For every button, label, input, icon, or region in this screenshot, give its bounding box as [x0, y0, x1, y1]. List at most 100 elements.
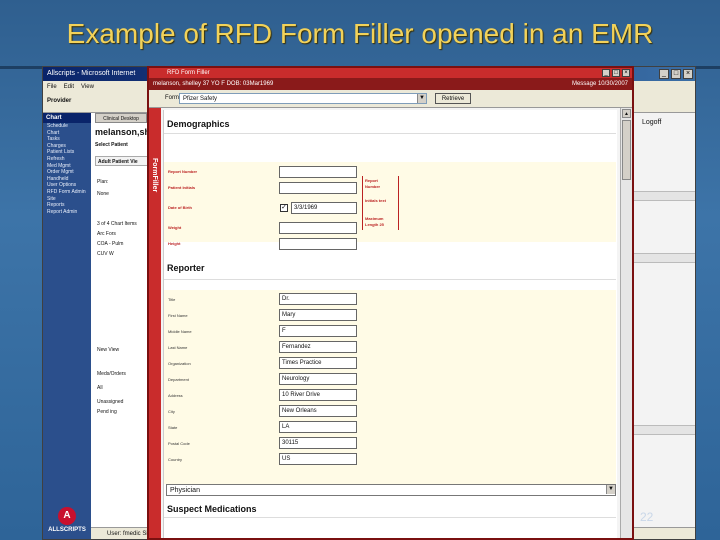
- list-item[interactable]: CUV W: [97, 251, 114, 257]
- form-filler-titlebar: RFD Form Filler _ □ ×: [149, 68, 632, 78]
- form-input[interactable]: Mary: [279, 309, 357, 321]
- form-input[interactable]: Neurology: [279, 373, 357, 385]
- sidebar-item[interactable]: Reports: [43, 202, 91, 209]
- form-input[interactable]: 3/3/1969: [291, 202, 357, 214]
- field-label: Title: [168, 297, 176, 302]
- logo-text: ALLSCRIPTS: [48, 527, 86, 533]
- list-item[interactable]: 3 of 4 Chart Items: [97, 221, 137, 227]
- sidebar-item[interactable]: RFD Form Admin: [43, 189, 91, 196]
- sidebar-item[interactable]: Handheld: [43, 176, 91, 183]
- close-icon[interactable]: ×: [683, 69, 693, 79]
- adult-view-select[interactable]: Adult Patient Vie: [95, 156, 149, 166]
- minimize-icon[interactable]: _: [602, 69, 610, 77]
- field-label: Last Name: [168, 345, 188, 350]
- message-indicator[interactable]: Message 10/30/2007: [572, 78, 628, 90]
- form-input[interactable]: 30115: [279, 437, 357, 449]
- list-item[interactable]: Pend ing: [97, 409, 117, 415]
- list-item[interactable]: Plan:: [97, 179, 108, 185]
- field-hint: Maximum: [365, 216, 384, 221]
- maximize-icon[interactable]: □: [671, 69, 681, 79]
- field-hint: Initials text: [365, 198, 386, 203]
- reporter-heading: Reporter: [164, 256, 616, 280]
- sidebar-item[interactable]: Refresh: [43, 156, 91, 163]
- list-item[interactable]: Unassigned: [97, 399, 123, 405]
- field-label: Weight: [168, 225, 182, 230]
- list-item[interactable]: New View: [97, 347, 119, 353]
- form-input[interactable]: [279, 166, 357, 178]
- hint-divider: [362, 176, 363, 230]
- reporter-section: Title Dr. First Name Mary Middle Name F Last N…: [164, 290, 616, 484]
- logoff-button[interactable]: Logoff: [642, 119, 661, 126]
- form-select[interactable]: Pfizer Safety ▼: [179, 93, 427, 104]
- list-item[interactable]: All: [97, 385, 103, 391]
- maximize-icon[interactable]: □: [612, 69, 620, 77]
- slide-title: Example of RFD Form Filler opened in an …: [66, 18, 654, 49]
- form-input[interactable]: LA: [279, 421, 357, 433]
- form-input[interactable]: [279, 222, 357, 234]
- scroll-thumb[interactable]: [622, 120, 631, 180]
- rfd-form: Demographics Report Number Patient Initia…: [163, 110, 617, 538]
- field-label: Height: [168, 241, 181, 246]
- retrieve-button[interactable]: Retrieve: [435, 93, 471, 104]
- sidebar-header: Chart: [43, 113, 91, 123]
- sidebar-item[interactable]: Patient Lists: [43, 149, 91, 156]
- chevron-down-icon[interactable]: ▼: [606, 485, 615, 494]
- form-scrollbar[interactable]: ▲: [620, 108, 632, 538]
- form-input[interactable]: [279, 182, 357, 194]
- list-item[interactable]: Arc Fors: [97, 231, 116, 237]
- allscripts-logo-icon: A: [58, 507, 76, 525]
- tab-clinical-desktop[interactable]: Clinical Desktop: [95, 113, 147, 123]
- sidebar-item[interactable]: Site: [43, 196, 91, 203]
- menu-file[interactable]: File: [47, 81, 57, 93]
- allscripts-logo: A ALLSCRIPTS: [43, 507, 91, 533]
- field-label: Organization: [168, 361, 191, 366]
- field-label: Middle Name: [168, 329, 192, 334]
- pane-toolbar: [632, 191, 695, 201]
- form-input[interactable]: 10 River Drive: [279, 389, 357, 401]
- form-input[interactable]: Times Practice: [279, 357, 357, 369]
- list-item[interactable]: None: [97, 191, 109, 197]
- sidebar-item[interactable]: Tasks: [43, 136, 91, 143]
- field-label: First Name: [168, 313, 188, 318]
- field-label: Patient Initials: [168, 185, 196, 190]
- list-item[interactable]: Meds/Orders: [97, 371, 126, 377]
- field-label: Address: [168, 393, 183, 398]
- field-label: Department: [168, 377, 189, 382]
- sidebar-item[interactable]: Med Mgmt: [43, 163, 91, 170]
- select-patient-button[interactable]: Select Patient: [95, 142, 128, 148]
- menu-view[interactable]: View: [81, 81, 94, 93]
- chevron-down-icon[interactable]: ▼: [417, 94, 426, 103]
- form-filler-title: RFD Form Filler: [167, 70, 210, 76]
- form-input[interactable]: Dr.: [279, 293, 357, 305]
- patient-banner-text: melanson, shelley 37 YO F DOB: 03Mar1969: [153, 81, 274, 87]
- form-selector-bar: Form: Pfizer Safety ▼ Retrieve: [149, 90, 632, 108]
- hint-divider: [398, 176, 399, 230]
- form-filler-side-label: FormFiller: [151, 158, 158, 193]
- form-filler-sidebar: FormFiller: [149, 108, 161, 538]
- sidebar-item[interactable]: Charges: [43, 143, 91, 150]
- emr-right-pane: Logoff: [631, 113, 695, 539]
- slide-number: 22: [640, 510, 654, 524]
- list-item[interactable]: COA - Pulm: [97, 241, 123, 247]
- sidebar-item[interactable]: Schedule: [43, 123, 91, 130]
- sidebar-item[interactable]: Report Admin: [43, 209, 91, 216]
- sidebar-item[interactable]: User Options: [43, 182, 91, 189]
- form-input[interactable]: F: [279, 325, 357, 337]
- minimize-icon[interactable]: _: [659, 69, 669, 79]
- close-icon[interactable]: ×: [622, 69, 630, 77]
- scroll-up-icon[interactable]: ▲: [622, 109, 631, 118]
- field-label: Country: [168, 457, 183, 462]
- form-input[interactable]: [279, 238, 357, 250]
- form-input[interactable]: New Orleans: [279, 405, 357, 417]
- sidebar-item[interactable]: Order Mgmt: [43, 169, 91, 176]
- patient-banner: melanson, shelley 37 YO F DOB: 03Mar1969…: [149, 78, 632, 90]
- suspect-medications-heading: Suspect Medications: [164, 500, 616, 518]
- menu-edit[interactable]: Edit: [64, 81, 74, 93]
- form-input[interactable]: US: [279, 453, 357, 465]
- form-input[interactable]: Fernandez: [279, 341, 357, 353]
- form-viewport: Demographics Report Number Patient Initia…: [161, 108, 632, 538]
- role-select[interactable]: Physician ▼: [166, 484, 616, 496]
- dob-checkbox[interactable]: ✓: [280, 204, 288, 212]
- sidebar-item[interactable]: Chart: [43, 130, 91, 137]
- demographics-heading: Demographics: [164, 114, 616, 134]
